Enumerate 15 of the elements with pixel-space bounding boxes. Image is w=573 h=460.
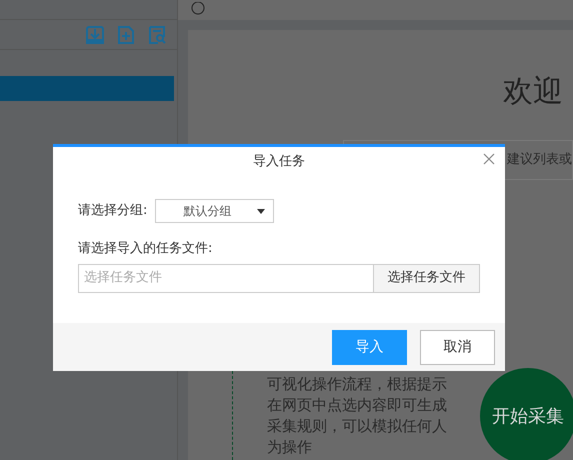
file-input[interactable]: 选择任务文件 [78, 264, 374, 292]
download-icon[interactable] [85, 24, 105, 44]
file-label: 请选择导入的任务文件: [78, 240, 214, 258]
close-icon[interactable] [483, 153, 495, 165]
choose-file-button[interactable]: 选择任务文件 [374, 264, 480, 292]
group-dropdown[interactable]: 默认分组 [155, 199, 274, 223]
cancel-button[interactable]: 取消 [420, 330, 495, 364]
caret-icon [257, 208, 266, 214]
description-text: 可视化操作流程，根据提示在网页中点选内容即可生成采集规则，可以模拟任何人为操作 [267, 374, 448, 458]
group-label: 请选择分组: [78, 202, 148, 220]
add-file-icon[interactable] [116, 24, 136, 44]
sidebar-item[interactable] [0, 76, 174, 101]
welcome-title: 欢迎 [503, 74, 564, 110]
dialog-title: 导入任务 [253, 153, 305, 172]
search-document-icon[interactable] [147, 24, 167, 44]
